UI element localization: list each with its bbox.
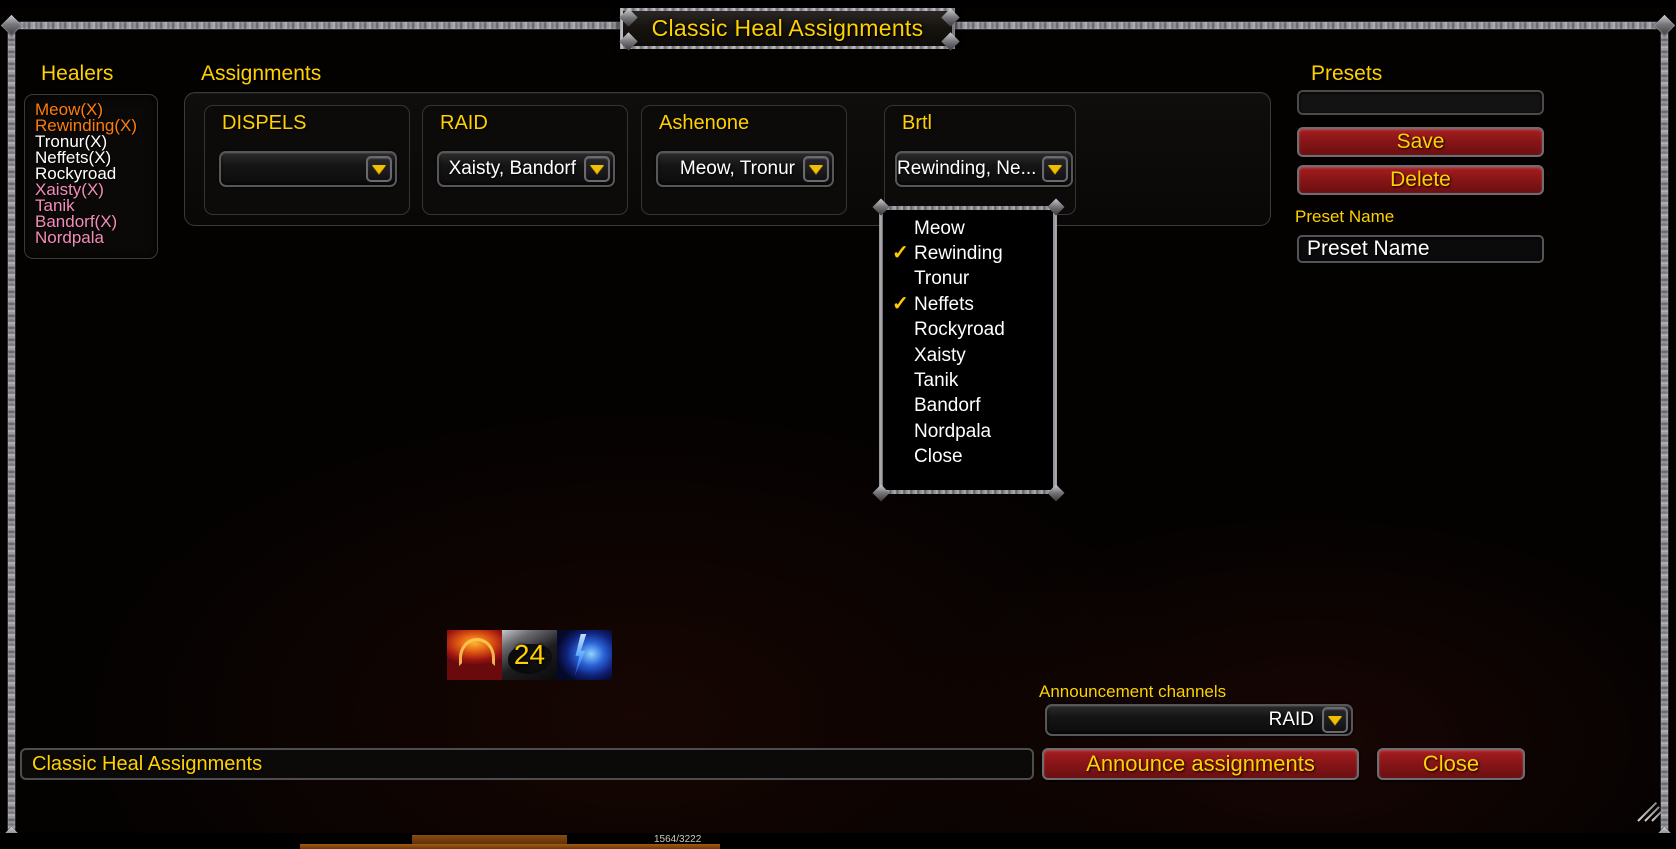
chevron-down-icon[interactable] bbox=[803, 156, 829, 182]
dropdown-menu-item[interactable]: Rockyroad bbox=[889, 318, 1051, 343]
assignment-column-ashenone: Ashenone Meow, Tronur bbox=[641, 105, 847, 215]
dropdown-menu-item[interactable]: ✓ Neffets bbox=[889, 292, 1051, 317]
announcement-channels-label: Announcement channels bbox=[1039, 682, 1227, 701]
window-border-left bbox=[8, 22, 15, 841]
dropdown-menu-item[interactable]: Meow bbox=[889, 216, 1051, 241]
window-border-top-left bbox=[8, 22, 620, 29]
dropdown-menu-item[interactable]: Nordpala bbox=[889, 419, 1051, 444]
dropdown-menu-item[interactable]: ✓ Rewinding bbox=[889, 241, 1051, 266]
dropdown-menu-item-label: Close bbox=[914, 446, 963, 468]
lightning-spell-icon bbox=[557, 630, 612, 680]
check-icon: ✓ bbox=[892, 242, 909, 265]
assignment-dropdown-value: Xaisty, Bandorf bbox=[448, 158, 576, 179]
preset-name-label: Preset Name bbox=[1295, 207, 1395, 226]
shadow-spell-icon: 24 bbox=[502, 630, 557, 680]
dropdown-menu-item-label: Rewinding bbox=[914, 243, 1003, 265]
window-title: Classic Heal Assignments bbox=[651, 15, 924, 41]
fire-spell-icon bbox=[447, 630, 502, 680]
check-icon: ✓ bbox=[892, 293, 909, 316]
corner-stud-icon bbox=[0, 14, 23, 37]
assignment-dropdown-value: Meow, Tronur bbox=[679, 158, 795, 179]
save-preset-button[interactable]: Save bbox=[1297, 127, 1544, 157]
assignment-column-dispels: DISPELS bbox=[204, 105, 410, 215]
dropdown-menu-item-label: Bandorf bbox=[914, 395, 981, 417]
assignment-column-label: Ashenone bbox=[659, 112, 750, 134]
save-preset-label: Save bbox=[1396, 130, 1445, 153]
dropdown-menu-item-label: Rockyroad bbox=[914, 319, 1005, 341]
addon-window: Classic Heal Assignments Healers Assignm… bbox=[0, 8, 1676, 849]
spell-icon-bar: 24 bbox=[447, 630, 613, 680]
chevron-down-icon[interactable] bbox=[1042, 156, 1068, 182]
preset-name-value: Preset Name bbox=[1307, 237, 1430, 260]
chevron-down-icon[interactable] bbox=[584, 156, 610, 182]
assignments-heading: Assignments bbox=[201, 62, 322, 85]
status-bar-text: Classic Heal Assignments bbox=[32, 752, 263, 775]
healers-heading: Healers bbox=[41, 62, 114, 85]
dropdown-menu-item[interactable]: Bandorf bbox=[889, 394, 1051, 419]
announce-assignments-label: Announce assignments bbox=[1086, 751, 1315, 776]
announcement-channel-value: RAID bbox=[1268, 709, 1314, 730]
assignments-panel: DISPELS RAID Xaisty, Bandorf Ashenone Me… bbox=[184, 92, 1271, 226]
presets-heading: Presets bbox=[1311, 62, 1383, 85]
corner-stud-icon bbox=[1653, 14, 1676, 37]
assignment-column-label: Brtl bbox=[902, 112, 932, 134]
background-game-ui-strip: 1564/3222 bbox=[0, 833, 1676, 849]
open-dropdown-menu: Meow ✓ Rewinding Tronur ✓ Neffets Rockyroad Xai… bbox=[879, 206, 1057, 494]
announce-assignments-button[interactable]: Announce assignments bbox=[1042, 748, 1359, 780]
status-bar: Classic Heal Assignments bbox=[20, 748, 1034, 780]
dropdown-menu-item[interactable]: Close bbox=[889, 445, 1051, 470]
healer-list-item[interactable]: Nordpala bbox=[35, 229, 157, 246]
close-button-label: Close bbox=[1422, 751, 1480, 776]
assignment-column-label: RAID bbox=[440, 112, 488, 134]
delete-preset-label: Delete bbox=[1390, 168, 1451, 191]
chevron-down-icon[interactable] bbox=[1322, 707, 1348, 733]
chevron-down-icon[interactable] bbox=[366, 156, 392, 182]
preset-select-dropdown[interactable] bbox=[1297, 90, 1544, 115]
window-title-bar[interactable]: Classic Heal Assignments bbox=[620, 8, 955, 49]
delete-preset-button[interactable]: Delete bbox=[1297, 165, 1544, 195]
game-health-text: 1564/3222 bbox=[654, 834, 702, 845]
dropdown-menu-item[interactable]: Tanik bbox=[889, 368, 1051, 393]
assignment-dropdown-raid[interactable]: Xaisty, Bandorf bbox=[437, 151, 615, 187]
window-border-top-right bbox=[952, 22, 1668, 29]
dropdown-menu-item-label: Meow bbox=[914, 217, 965, 239]
game-bar-segment bbox=[412, 835, 567, 844]
announcement-channel-dropdown[interactable]: RAID bbox=[1045, 704, 1353, 736]
assignment-dropdown-ashenone[interactable]: Meow, Tronur bbox=[656, 151, 834, 187]
resize-grip-icon[interactable] bbox=[1634, 794, 1668, 828]
close-button[interactable]: Close bbox=[1377, 748, 1525, 780]
healers-list: Meow(X) Rewinding(X) Tronur(X) Neffets(X) Ro… bbox=[24, 94, 158, 259]
assignment-dropdown-value: Rewinding, Ne... bbox=[897, 158, 1037, 179]
dropdown-menu-item-label: Nordpala bbox=[914, 420, 992, 442]
dropdown-menu-item-label: Tronur bbox=[914, 268, 970, 290]
assignment-dropdown-dispels[interactable] bbox=[219, 151, 397, 187]
dropdown-menu-item-label: Xaisty bbox=[914, 344, 966, 366]
assignment-column-brtl: Brtl Rewinding, Ne... bbox=[884, 105, 1076, 215]
dropdown-menu-items: Meow ✓ Rewinding Tronur ✓ Neffets Rockyroad Xai… bbox=[889, 216, 1051, 488]
assignment-column-label: DISPELS bbox=[222, 112, 307, 134]
dropdown-menu-item-label: Neffets bbox=[914, 293, 974, 315]
preset-name-input[interactable]: Preset Name bbox=[1297, 235, 1544, 263]
dropdown-menu-item-label: Tanik bbox=[914, 370, 959, 392]
window-border-right bbox=[1661, 22, 1668, 841]
assignment-column-raid: RAID Xaisty, Bandorf bbox=[422, 105, 628, 215]
dropdown-menu-item[interactable]: Tronur bbox=[889, 267, 1051, 292]
spell-cooldown-text: 24 bbox=[513, 639, 546, 670]
assignment-dropdown-brtl[interactable]: Rewinding, Ne... bbox=[895, 151, 1073, 187]
dropdown-menu-item[interactable]: Xaisty bbox=[889, 343, 1051, 368]
